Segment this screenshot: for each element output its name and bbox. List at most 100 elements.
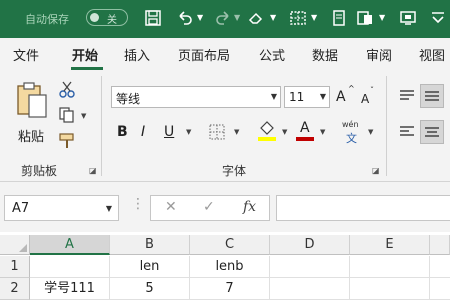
cell-b2[interactable]: 5 <box>110 278 190 300</box>
tab-home[interactable]: 开始 <box>72 45 98 64</box>
fill-color-icon[interactable] <box>256 120 278 142</box>
column-header-f[interactable] <box>430 235 450 255</box>
autosave-state: 关 <box>107 15 117 26</box>
align-top-icon[interactable] <box>397 86 417 106</box>
save-icon[interactable] <box>143 9 163 29</box>
cut-icon[interactable] <box>58 80 76 98</box>
align-center-icon[interactable] <box>420 120 444 144</box>
eraser-icon[interactable] <box>246 9 266 29</box>
align-left-icon[interactable] <box>397 122 417 142</box>
phonetic-button[interactable]: wén 文 <box>340 120 366 145</box>
name-box[interactable]: A7 ▼ <box>4 195 119 221</box>
format-painter-icon[interactable] <box>58 132 78 150</box>
redo-dropdown-icon[interactable]: ▼ <box>234 13 240 22</box>
fill-color-dropdown-icon[interactable]: ▼ <box>282 128 287 136</box>
more-icon[interactable] <box>428 9 448 29</box>
column-header-a[interactable]: A <box>30 235 110 255</box>
tab-review[interactable]: 审阅 <box>366 45 392 64</box>
italic-button[interactable]: I <box>141 122 145 142</box>
font-group-label: 字体 <box>222 164 247 178</box>
cell-e2[interactable] <box>350 278 430 300</box>
font-name-select[interactable]: 等线 ▼ <box>111 86 281 108</box>
borders-icon[interactable] <box>208 123 226 141</box>
copy-icon[interactable] <box>58 106 76 124</box>
fill-icon[interactable] <box>355 9 375 29</box>
undo-icon[interactable] <box>175 9 195 29</box>
insert-function-icon[interactable]: fx <box>243 199 256 215</box>
tab-view[interactable]: 视图 <box>419 45 445 64</box>
formula-bar-splitter[interactable]: ⋮ <box>131 196 145 212</box>
clipboard-launcher-icon[interactable]: ◪ <box>89 166 97 175</box>
tab-data[interactable]: 数据 <box>312 45 338 64</box>
align-middle-icon[interactable] <box>420 84 444 108</box>
cell-f2[interactable] <box>430 278 450 300</box>
paste-button[interactable]: 粘贴 <box>12 80 52 150</box>
paste-icon <box>17 82 47 118</box>
font-launcher-icon[interactable]: ◪ <box>372 166 380 175</box>
eraser-dropdown-icon[interactable]: ▼ <box>270 13 276 22</box>
select-all-corner[interactable] <box>0 235 30 255</box>
phonetic-dropdown-icon[interactable]: ▼ <box>368 128 373 136</box>
cancel-icon[interactable]: ✕ <box>165 199 177 215</box>
cell-d1[interactable] <box>270 256 350 278</box>
phonetic-bottom-label: 文 <box>346 132 357 145</box>
underline-dropdown-icon[interactable]: ▼ <box>186 128 191 136</box>
font-size-select[interactable]: 11 ▼ <box>284 86 330 108</box>
clipboard-group-label: 剪贴板 <box>21 164 58 178</box>
bold-button[interactable]: B <box>117 122 128 142</box>
column-header-e[interactable]: E <box>350 235 430 255</box>
cell-c1[interactable]: lenb <box>190 256 270 278</box>
toggle-knob <box>90 13 99 22</box>
spreadsheet-grid: A B C D E 1 len lenb 2 学号111 5 7 <box>0 232 450 300</box>
tab-file[interactable]: 文件 <box>13 45 39 64</box>
chevron-down-icon: ▼ <box>319 92 326 101</box>
cell-f1[interactable] <box>430 256 450 278</box>
font-name-value: 等线 <box>116 92 141 106</box>
formula-bar: A7 ▼ ⋮ ✕ ✓ fx <box>0 182 450 232</box>
cell-a1[interactable] <box>30 256 110 278</box>
chevron-down-icon: ▼ <box>270 92 277 101</box>
font-color-swatch <box>296 137 314 141</box>
font-color-dropdown-icon[interactable]: ▼ <box>320 128 325 136</box>
cell-d2[interactable] <box>270 278 350 300</box>
column-header-d[interactable]: D <box>270 235 350 255</box>
fill-dropdown-icon[interactable]: ▼ <box>379 13 385 22</box>
borders-dropdown-icon[interactable]: ▼ <box>234 128 239 136</box>
copy-dropdown-icon[interactable]: ▼ <box>81 112 86 120</box>
format-icon[interactable] <box>329 9 349 29</box>
cell-b1[interactable]: len <box>110 256 190 278</box>
column-header-c[interactable]: C <box>190 235 270 255</box>
decrease-arrow-icon: ˇ <box>370 86 374 95</box>
underline-button[interactable]: U <box>164 122 174 142</box>
row-header-2[interactable]: 2 <box>0 278 30 300</box>
tab-insert[interactable]: 插入 <box>124 45 150 64</box>
confirm-icon[interactable]: ✓ <box>203 199 215 215</box>
border-dropdown-icon[interactable]: ▼ <box>311 13 317 22</box>
increase-arrow-icon: ^ <box>348 84 355 93</box>
title-bar: 自动保存 关 ▼ ▼ ▼ ▼ ▼ <box>0 0 450 38</box>
row-header-1[interactable]: 1 <box>0 256 30 278</box>
cell-e1[interactable] <box>350 256 430 278</box>
ribbon-tabs: 文件 开始 插入 页面布局 公式 数据 审阅 视图 <box>0 38 450 70</box>
font-color-label: A <box>300 120 310 136</box>
group-divider <box>101 76 102 176</box>
column-header-b[interactable]: B <box>110 235 190 255</box>
autosave-label: 自动保存 <box>25 13 69 26</box>
font-size-value: 11 <box>289 90 305 104</box>
tab-formulas[interactable]: 公式 <box>259 45 285 64</box>
screen-icon[interactable] <box>398 9 418 29</box>
cell-c2[interactable]: 7 <box>190 278 270 300</box>
tab-page-layout[interactable]: 页面布局 <box>178 45 230 64</box>
formula-input[interactable] <box>276 195 450 221</box>
increase-font-size-button[interactable]: A <box>336 87 346 107</box>
formula-buttons: ✕ ✓ fx <box>150 195 270 221</box>
cell-a2[interactable]: 学号111 <box>30 278 110 300</box>
undo-dropdown-icon[interactable]: ▼ <box>197 13 203 22</box>
redo-icon[interactable] <box>213 9 233 29</box>
autosave-toggle[interactable]: 关 <box>86 9 128 26</box>
paste-label: 粘贴 <box>18 130 45 145</box>
decrease-font-size-button[interactable]: A <box>361 89 369 109</box>
border-icon[interactable] <box>288 9 308 29</box>
ribbon: 粘贴 ▼ 剪贴板 ◪ 等线 ▼ 11 ▼ A ^ A ˇ B I U ▼ ▼ ▼… <box>0 70 450 182</box>
font-color-button[interactable]: A <box>294 120 316 142</box>
